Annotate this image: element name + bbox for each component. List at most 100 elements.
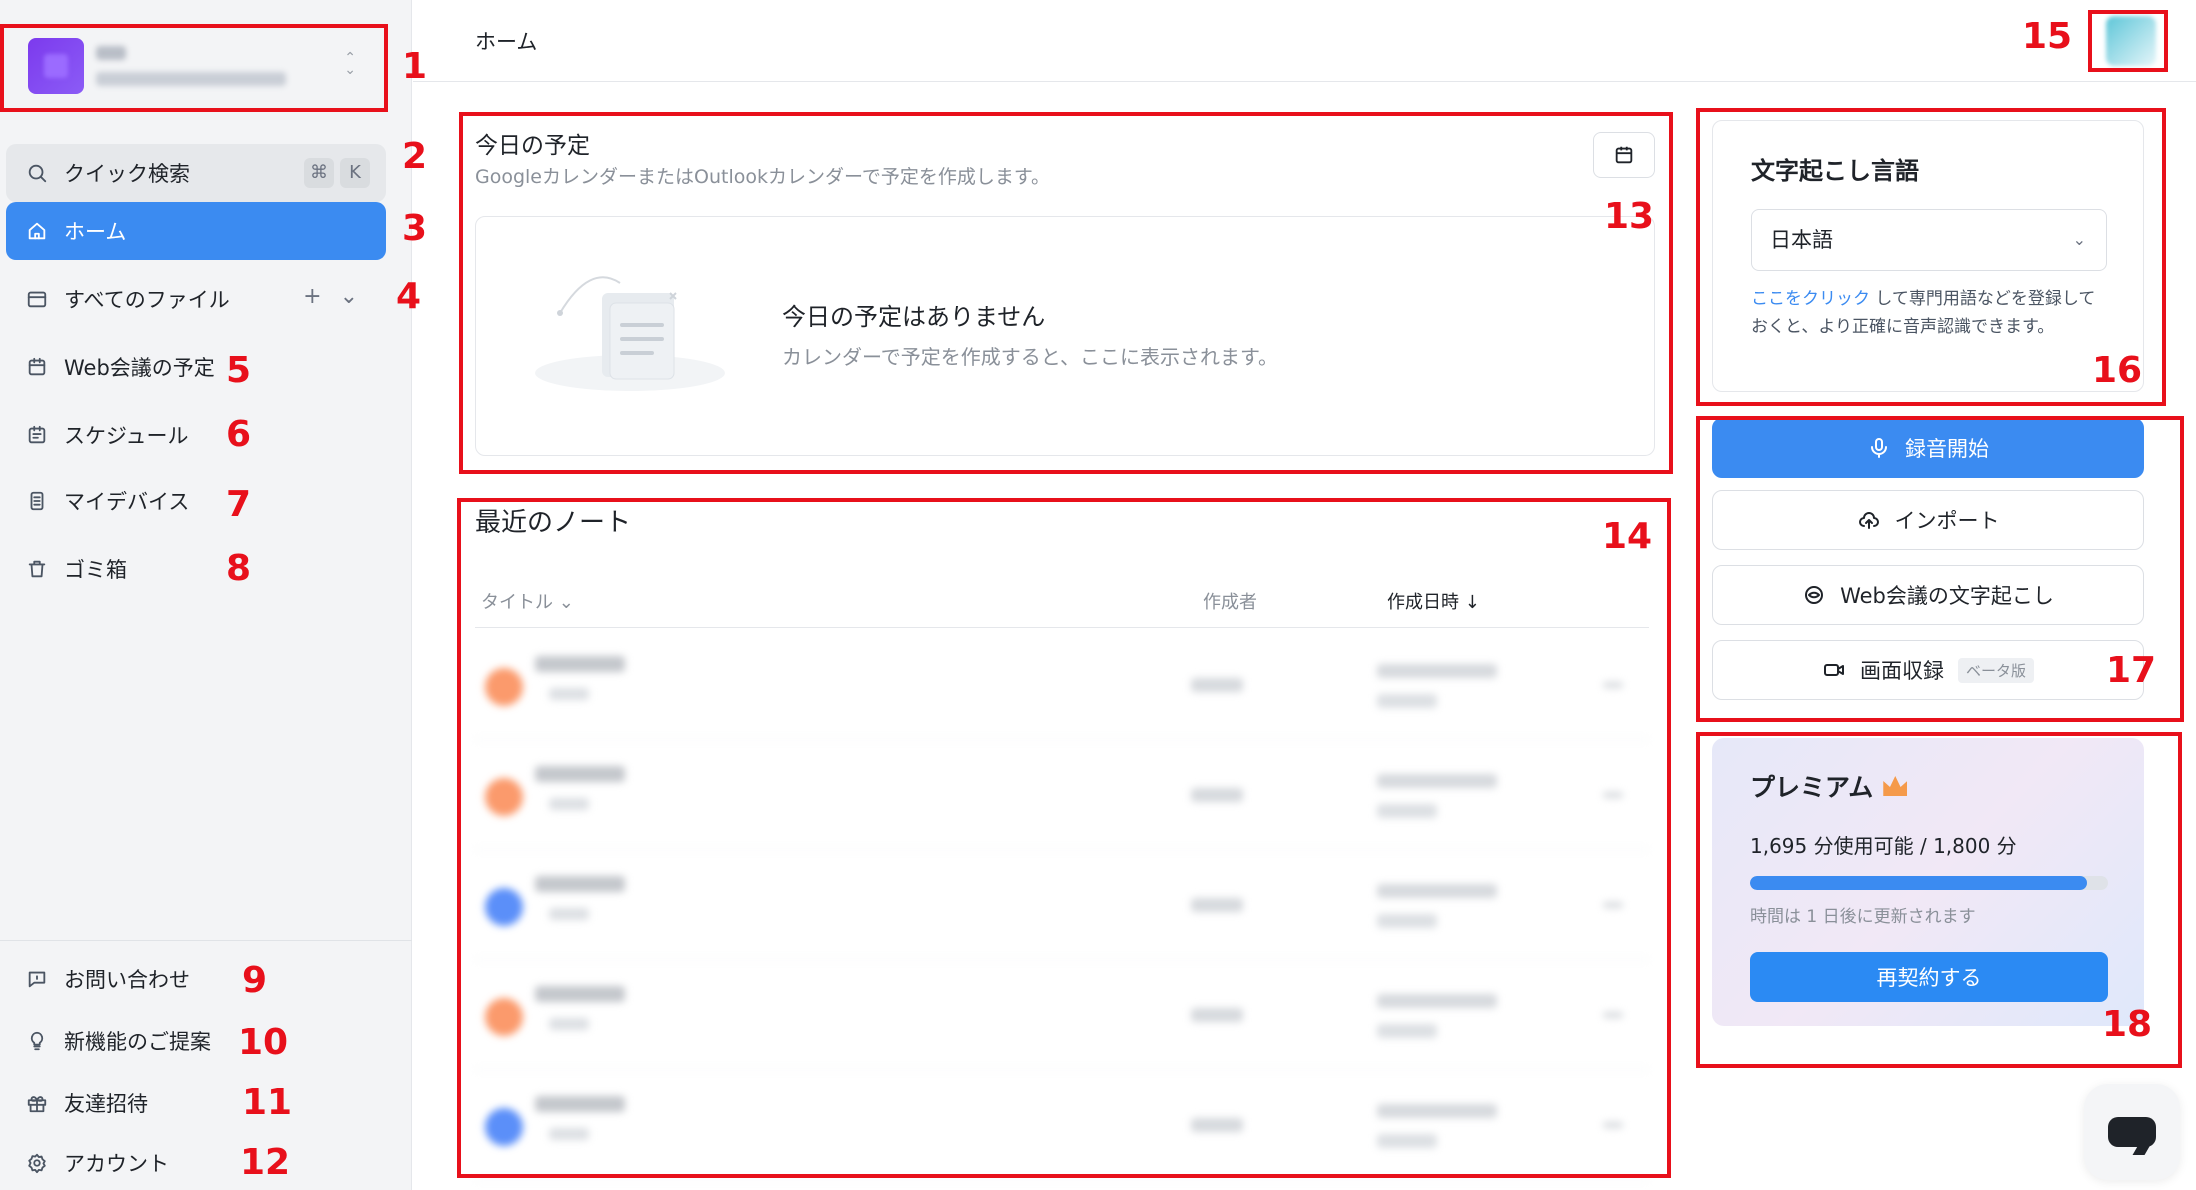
- note-title-blurred: [535, 656, 625, 672]
- web-meeting-transcribe-button[interactable]: Web会議の文字起こし: [1712, 565, 2144, 625]
- beta-badge: ベータ版: [1957, 657, 2034, 683]
- column-title-label: タイトル: [481, 592, 553, 613]
- note-type-icon: [485, 998, 523, 1036]
- screen-record-label: 画面収録: [1859, 659, 1944, 683]
- sidebar-item-label: すべてのファイル: [64, 288, 230, 312]
- chevron-down-icon: ⌄: [558, 592, 574, 613]
- note-type-icon: [485, 888, 523, 926]
- sidebar-item-label: スケジュール: [64, 424, 189, 448]
- schedule-subtitle: GoogleカレンダーまたはOutlookカレンダーで予定を作成します。: [475, 166, 1050, 188]
- home-icon: [24, 218, 50, 244]
- more-icon[interactable]: [1603, 682, 1623, 688]
- annotation-number: 15: [2022, 16, 2073, 57]
- sidebar-item-all-files[interactable]: すべてのファイル + ⌄: [6, 270, 386, 328]
- sidebar-item-feature-request[interactable]: 新機能のご提案: [6, 1012, 386, 1070]
- note-time-blurred: [1377, 914, 1437, 928]
- more-icon[interactable]: [1603, 1012, 1623, 1018]
- chevron-updown-icon: ⌃ ⌄: [344, 50, 356, 78]
- sidebar-item-schedule[interactable]: スケジュール: [6, 406, 386, 464]
- sidebar: ⌃ ⌄ クイック検索 ⌘ K ホーム すべてのファイル + ⌄ Web会議の予定 …: [0, 0, 412, 1190]
- command-key: ⌘: [304, 158, 334, 188]
- sidebar-item-label: 友達招待: [64, 1092, 148, 1116]
- sidebar-item-trash[interactable]: ゴミ箱: [6, 540, 386, 598]
- language-select[interactable]: 日本語 ⌄: [1751, 209, 2107, 271]
- annotation-number: 11: [242, 1082, 293, 1123]
- sidebar-divider: [0, 940, 412, 941]
- import-label: インポート: [1894, 509, 2000, 533]
- usage-progress-fill: [1750, 876, 2088, 890]
- premium-title: プレミアム: [1750, 773, 1874, 802]
- web-meeting-transcribe-label: Web会議の文字起こし: [1840, 584, 2054, 608]
- notes-table-header: タイトル ⌄ 作成者 作成日時 ↓: [475, 582, 1649, 628]
- add-folder-icon[interactable]: +: [303, 284, 321, 309]
- sidebar-item-invite-friends[interactable]: 友達招待: [6, 1074, 386, 1132]
- quick-search-button[interactable]: クイック検索 ⌘ K: [6, 144, 386, 202]
- annotation-number: 18: [2102, 1004, 2153, 1045]
- annotation-number: 3: [402, 208, 428, 249]
- calendar-button[interactable]: [1593, 132, 1655, 178]
- note-type-icon: [485, 1108, 523, 1146]
- table-row[interactable]: [475, 850, 1649, 960]
- note-author-blurred: [1191, 1008, 1243, 1022]
- chevron-down-icon: ⌄: [2072, 230, 2086, 249]
- video-camera-icon: [1823, 664, 1844, 676]
- trash-icon: [24, 556, 50, 582]
- workspace-switcher[interactable]: ⌃ ⌄: [10, 28, 380, 104]
- page-title: ホーム: [475, 30, 538, 54]
- note-author-blurred: [1191, 898, 1243, 912]
- note-date-blurred: [1377, 664, 1497, 678]
- custom-vocabulary-link[interactable]: ここをクリック: [1751, 289, 1870, 309]
- table-row[interactable]: [475, 630, 1649, 740]
- sidebar-item-home[interactable]: ホーム: [6, 202, 386, 260]
- avatar[interactable]: [2106, 16, 2156, 66]
- note-type-icon: [485, 668, 523, 706]
- sidebar-item-label: ホーム: [64, 220, 127, 244]
- lightbulb-icon: [24, 1028, 50, 1054]
- annotation-number: 17: [2106, 650, 2157, 691]
- table-row[interactable]: [475, 960, 1649, 1070]
- shortcut-keys: ⌘ K: [304, 158, 370, 188]
- note-date-blurred: [1377, 884, 1497, 898]
- renew-button[interactable]: 再契約する: [1750, 952, 2108, 1002]
- more-icon[interactable]: [1603, 902, 1623, 908]
- chat-icon: [2108, 1117, 2156, 1147]
- schedule-icon: [24, 422, 50, 448]
- sidebar-item-my-devices[interactable]: マイデバイス: [6, 472, 386, 530]
- column-created-sort[interactable]: 作成日時 ↓: [1387, 588, 1480, 614]
- sidebar-item-account[interactable]: アカウント: [6, 1134, 386, 1190]
- web-meeting-icon: [1805, 586, 1824, 604]
- note-time-blurred: [1377, 804, 1437, 818]
- note-title-blurred: [535, 986, 625, 1002]
- device-icon: [24, 488, 50, 514]
- message-icon: [24, 966, 50, 992]
- chevron-down-icon[interactable]: ⌄: [340, 284, 358, 309]
- recent-notes-card: 最近のノート タイトル ⌄ 作成者 作成日時 ↓: [463, 498, 1669, 1180]
- table-row[interactable]: [475, 1070, 1649, 1180]
- sidebar-item-web-meetings[interactable]: Web会議の予定: [6, 338, 386, 396]
- screen-record-button[interactable]: 画面収録 ベータ版: [1712, 640, 2144, 700]
- annotation-number: 14: [1602, 516, 1653, 557]
- language-note: ここをクリック して専門用語などを登録しておくと、より正確に音声認識できます。: [1751, 285, 2111, 341]
- note-date-blurred: [1377, 994, 1497, 1008]
- annotation-number: 1: [402, 46, 428, 87]
- annotation-number: 9: [242, 960, 268, 1001]
- more-icon[interactable]: [1603, 792, 1623, 798]
- start-recording-button[interactable]: 録音開始: [1712, 418, 2144, 478]
- language-selected: 日本語: [1770, 228, 1833, 252]
- annotation-number: 10: [238, 1022, 289, 1063]
- calendar-icon: [1615, 146, 1633, 164]
- more-icon[interactable]: [1603, 1122, 1623, 1128]
- annotation-number: 8: [226, 548, 252, 589]
- import-button[interactable]: インポート: [1712, 490, 2144, 550]
- note-title-blurred: [535, 876, 625, 892]
- column-author[interactable]: 作成者: [1203, 588, 1257, 614]
- microphone-icon: [1871, 438, 1887, 458]
- empty-title: 今日の予定はありません: [782, 303, 1046, 331]
- chat-support-button[interactable]: [2084, 1084, 2180, 1180]
- table-row[interactable]: [475, 740, 1649, 850]
- cloud-upload-icon: [1858, 512, 1879, 529]
- column-title-sort[interactable]: タイトル ⌄: [481, 588, 574, 614]
- search-icon: [24, 160, 50, 186]
- sidebar-item-contact[interactable]: お問い合わせ: [6, 950, 386, 1008]
- gear-icon: [24, 1150, 50, 1176]
